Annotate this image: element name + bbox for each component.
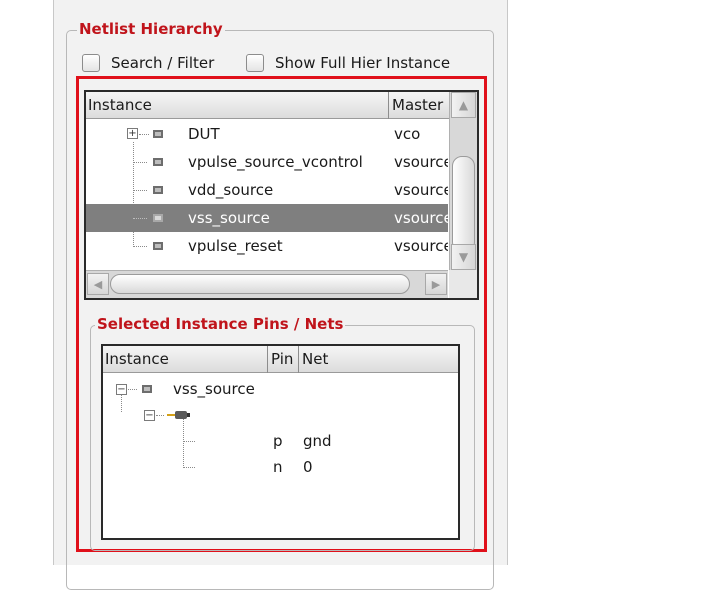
horizontal-scroll-thumb[interactable] (110, 274, 410, 294)
instance-icon (153, 130, 163, 138)
instance-icon (142, 385, 152, 393)
instance-name: vpulse_reset (188, 237, 283, 255)
scroll-down-arrow-icon[interactable]: ▼ (451, 244, 476, 270)
master-name: vsource (394, 209, 448, 227)
scroll-right-arrow-icon[interactable]: ▶ (425, 273, 447, 295)
expand-icon[interactable]: + (127, 128, 138, 139)
instance-icon (153, 242, 163, 250)
scroll-up-arrow-icon[interactable]: ▲ (451, 92, 476, 118)
vertical-scrollbar[interactable]: ▲ ▼ (449, 92, 477, 298)
tree-row-dut[interactable]: + DUT vco (86, 120, 448, 148)
instance-tree[interactable]: Instance Master + DUT vco vpulse_source_… (84, 90, 479, 300)
pin-row[interactable]: p gnd (103, 428, 458, 454)
instance-name: vss_source (188, 209, 270, 227)
column-header-instance[interactable]: Instance (103, 346, 169, 373)
pins-tree-header: Instance Pin Net (103, 346, 458, 373)
instance-icon (153, 186, 163, 194)
vertical-scroll-thumb[interactable] (452, 156, 475, 252)
collapse-icon[interactable]: − (144, 410, 155, 421)
instance-name: vdd_source (188, 181, 274, 199)
column-header-net[interactable]: Net (300, 346, 328, 373)
checkbox-box[interactable] (246, 54, 264, 72)
pin-name: n (273, 458, 283, 476)
terminal-plug-icon (167, 411, 190, 419)
master-name: vsource (394, 237, 448, 255)
show-full-hier-instance-checkbox[interactable]: Show Full Hier Instance (246, 52, 450, 74)
checkbox-box[interactable] (82, 54, 100, 72)
master-name: vco (394, 125, 421, 143)
scroll-corner (449, 270, 477, 298)
horizontal-scrollbar[interactable]: ◀ ▶ (86, 270, 448, 298)
instance-icon (153, 214, 163, 222)
tree-row-vpulse-reset[interactable]: vpulse_reset vsource (86, 232, 448, 260)
checkbox-label: Show Full Hier Instance (275, 54, 451, 72)
pin-row[interactable]: n 0 (103, 454, 458, 480)
pins-instance-name: vss_source (173, 380, 255, 398)
master-name: vsource (394, 153, 448, 171)
search-filter-checkbox[interactable]: Search / Filter (82, 52, 214, 74)
instance-name: vpulse_source_vcontrol (188, 153, 363, 171)
column-header-master[interactable]: Master (390, 92, 443, 119)
collapse-icon[interactable]: − (116, 384, 127, 395)
pin-name: p (273, 432, 283, 450)
pins-nets-tree[interactable]: Instance Pin Net − vss_source − p gnd n … (101, 344, 460, 540)
pins-tree-terminal-row[interactable]: − (103, 402, 458, 428)
column-header-instance[interactable]: Instance (86, 92, 152, 119)
tree-row-vpulse-source-vcontrol[interactable]: vpulse_source_vcontrol vsource (86, 148, 448, 176)
tree-row-vdd-source[interactable]: vdd_source vsource (86, 176, 448, 204)
checkbox-label: Search / Filter (111, 54, 215, 72)
instance-name: DUT (188, 125, 220, 143)
instance-icon (153, 158, 163, 166)
column-header-pin[interactable]: Pin (269, 346, 293, 373)
net-name: 0 (303, 458, 313, 476)
scroll-left-arrow-icon[interactable]: ◀ (87, 273, 109, 295)
instance-tree-header: Instance Master (86, 92, 477, 119)
pins-tree-instance-row[interactable]: − vss_source (103, 376, 458, 402)
selected-instance-pins-nets-title: Selected Instance Pins / Nets (95, 314, 346, 334)
master-name: vsource (394, 181, 448, 199)
net-name: gnd (303, 432, 332, 450)
tree-row-vss-source[interactable]: vss_source vsource (86, 204, 448, 232)
netlist-hierarchy-title: Netlist Hierarchy (77, 19, 225, 39)
